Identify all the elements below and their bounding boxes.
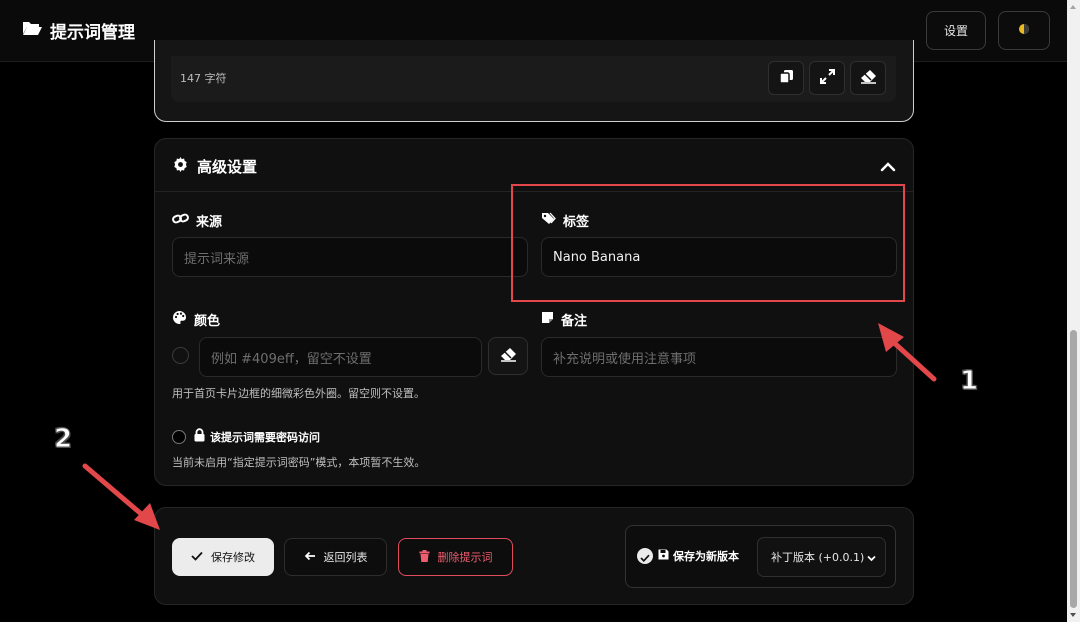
- save-icon: [658, 549, 669, 563]
- color-label: 颜色: [172, 310, 220, 329]
- highlight-box-tags: [511, 184, 905, 302]
- clear-color-button[interactable]: [488, 337, 528, 375]
- prompt-editor-card: 147 字符: [154, 40, 914, 122]
- sticky-note-icon: [541, 311, 554, 328]
- password-required-label: 该提示词需要密码访问: [193, 428, 320, 445]
- source-input[interactable]: 提示词来源: [172, 237, 528, 277]
- settings-button[interactable]: 设置: [926, 11, 986, 50]
- note-input[interactable]: 补充说明或使用注意事项: [541, 337, 897, 377]
- theme-toggle-button[interactable]: [998, 11, 1050, 50]
- eraser-icon: [500, 347, 517, 366]
- eraser-icon: [860, 69, 877, 88]
- color-hint: 用于首页卡片边框的细微彩色外圈。留空则不设置。: [172, 387, 425, 400]
- actions-card: 保存修改 返回列表 删除提示词 保存为新版本 补丁版本 (+0.0.1): [154, 507, 914, 605]
- check-icon: [191, 551, 203, 564]
- clear-text-button[interactable]: [850, 61, 886, 95]
- save-new-version-checkbox[interactable]: [637, 548, 653, 564]
- scroll-up-arrow[interactable]: [1070, 5, 1076, 9]
- annotation-arrow-2: [82, 463, 160, 530]
- copy-button[interactable]: [768, 61, 804, 95]
- editor-footer: 147 字符: [171, 56, 896, 102]
- save-new-version-label: 保存为新版本: [658, 548, 739, 564]
- arrow-left-icon: [304, 551, 316, 564]
- version-bump-select[interactable]: 补丁版本 (+0.0.1): [757, 537, 886, 577]
- color-input[interactable]: 例如 #409eff，留空不设置: [199, 337, 482, 377]
- app-brand: 提示词管理: [22, 18, 135, 43]
- fullscreen-button[interactable]: [809, 61, 845, 95]
- gear-icon: [173, 157, 188, 176]
- advanced-settings-title: 高级设置: [173, 156, 257, 177]
- delete-prompt-button[interactable]: 删除提示词: [398, 538, 513, 576]
- annotation-number-2: 2: [53, 424, 73, 455]
- note-label: 备注: [541, 310, 587, 329]
- chevron-up-icon[interactable]: [880, 157, 896, 176]
- save-new-version-group: 保存为新版本 补丁版本 (+0.0.1): [625, 525, 896, 588]
- link-icon: [172, 212, 189, 229]
- palette-icon: [172, 310, 187, 329]
- page-title: 提示词管理: [50, 23, 135, 43]
- copy-icon: [778, 69, 794, 88]
- char-count: 147 字符: [180, 72, 227, 85]
- folder-open-icon: [22, 20, 42, 41]
- source-label: 来源: [172, 211, 222, 230]
- expand-icon: [819, 68, 835, 88]
- check-icon: [640, 547, 650, 566]
- save-button[interactable]: 保存修改: [172, 538, 274, 576]
- lock-icon: [193, 428, 206, 445]
- password-hint: 当前未启用“指定提示词密码”模式，本项暂不生效。: [172, 456, 426, 469]
- color-swatch[interactable]: [172, 347, 189, 364]
- annotation-number-1: 1: [959, 366, 979, 397]
- chevron-down-icon: [867, 552, 876, 565]
- contrast-icon: [1018, 23, 1030, 38]
- trash-icon: [419, 549, 430, 565]
- scroll-down-arrow[interactable]: [1070, 613, 1076, 617]
- scrollbar-thumb[interactable]: [1070, 330, 1077, 608]
- page-scrollbar[interactable]: [1067, 0, 1080, 622]
- back-to-list-button[interactable]: 返回列表: [284, 538, 387, 576]
- password-required-toggle[interactable]: [172, 430, 186, 444]
